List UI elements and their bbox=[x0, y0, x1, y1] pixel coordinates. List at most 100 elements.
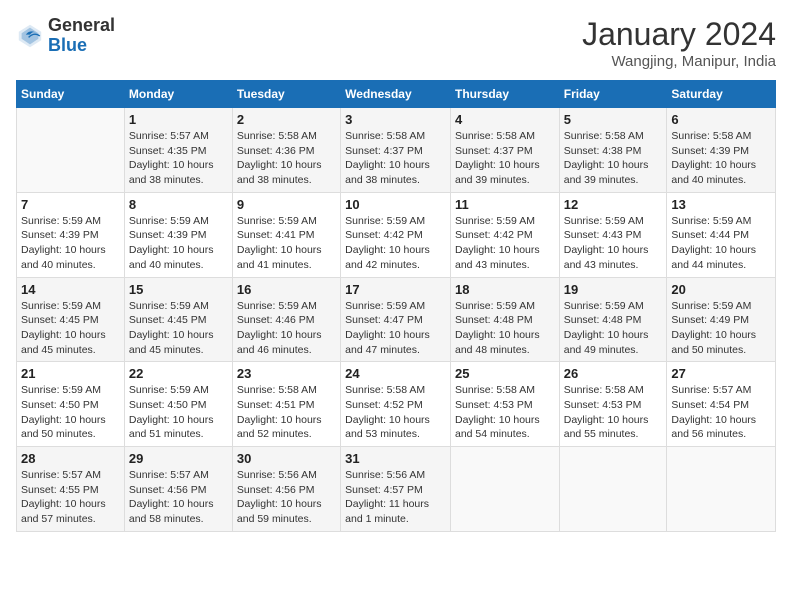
calendar-cell: 15Sunrise: 5:59 AMSunset: 4:45 PMDayligh… bbox=[124, 277, 232, 362]
day-info: Sunrise: 5:58 AMSunset: 4:37 PMDaylight:… bbox=[455, 129, 555, 188]
day-info: Sunrise: 5:58 AMSunset: 4:38 PMDaylight:… bbox=[564, 129, 663, 188]
calendar-cell: 4 Sunrise: 5:58 AMSunset: 4:37 PMDaylight… bbox=[450, 108, 559, 193]
calendar-cell: 9 Sunrise: 5:59 AMSunset: 4:41 PMDaylight… bbox=[232, 192, 340, 277]
day-info: Sunrise: 5:57 AMSunset: 4:56 PMDaylight:… bbox=[129, 468, 228, 527]
calendar-cell: 17 Sunrise: 5:59 AMSunset: 4:47 PMDayligh… bbox=[341, 277, 451, 362]
calendar-cell: 5 Sunrise: 5:58 AMSunset: 4:38 PMDaylight… bbox=[559, 108, 667, 193]
day-number: 20 bbox=[671, 282, 771, 297]
title-block: January 2024 Wangjing, Manipur, India bbox=[582, 16, 776, 70]
day-number: 4 bbox=[455, 112, 555, 127]
calendar-week-row: 28 Sunrise: 5:57 AMSunset: 4:55 PMDayligh… bbox=[17, 447, 776, 532]
calendar-cell: 3 Sunrise: 5:58 AMSunset: 4:37 PMDaylight… bbox=[341, 108, 451, 193]
calendar-cell bbox=[450, 447, 559, 532]
day-number: 6 bbox=[671, 112, 771, 127]
calendar-cell: 11 Sunrise: 5:59 AMSunset: 4:42 PMDayligh… bbox=[450, 192, 559, 277]
calendar-cell bbox=[667, 447, 776, 532]
calendar-week-row: 21 Sunrise: 5:59 AMSunset: 4:50 PMDayligh… bbox=[17, 362, 776, 447]
day-info: Sunrise: 5:56 AMSunset: 4:57 PMDaylight:… bbox=[345, 468, 446, 527]
day-number: 7 bbox=[21, 197, 120, 212]
calendar-cell: 20 Sunrise: 5:59 AMSunset: 4:49 PMDayligh… bbox=[667, 277, 776, 362]
day-info: Sunrise: 5:59 AMSunset: 4:47 PMDaylight:… bbox=[345, 299, 446, 358]
calendar-cell: 22Sunrise: 5:59 AMSunset: 4:50 PMDayligh… bbox=[124, 362, 232, 447]
day-number: 17 bbox=[345, 282, 446, 297]
calendar-cell: 23Sunrise: 5:58 AMSunset: 4:51 PMDayligh… bbox=[232, 362, 340, 447]
calendar-cell: 21 Sunrise: 5:59 AMSunset: 4:50 PMDayligh… bbox=[17, 362, 125, 447]
day-number: 31 bbox=[345, 451, 446, 466]
day-number: 21 bbox=[21, 366, 120, 381]
weekday-header-saturday: Saturday bbox=[667, 81, 776, 108]
day-info: Sunrise: 5:59 AMSunset: 4:48 PMDaylight:… bbox=[564, 299, 663, 358]
day-number: 11 bbox=[455, 197, 555, 212]
calendar-cell: 10Sunrise: 5:59 AMSunset: 4:42 PMDayligh… bbox=[341, 192, 451, 277]
day-info: Sunrise: 5:56 AMSunset: 4:56 PMDaylight:… bbox=[237, 468, 336, 527]
calendar-cell: 28 Sunrise: 5:57 AMSunset: 4:55 PMDayligh… bbox=[17, 447, 125, 532]
day-number: 28 bbox=[21, 451, 120, 466]
day-number: 10 bbox=[345, 197, 446, 212]
weekday-header-sunday: Sunday bbox=[17, 81, 125, 108]
logo: General Blue bbox=[16, 16, 115, 56]
day-number: 12 bbox=[564, 197, 663, 212]
day-info: Sunrise: 5:59 AMSunset: 4:50 PMDaylight:… bbox=[21, 383, 120, 442]
day-info: Sunrise: 5:57 AMSunset: 4:54 PMDaylight:… bbox=[671, 383, 771, 442]
day-number: 8 bbox=[129, 197, 228, 212]
calendar-cell: 6 Sunrise: 5:58 AMSunset: 4:39 PMDaylight… bbox=[667, 108, 776, 193]
calendar-cell: 2Sunrise: 5:58 AMSunset: 4:36 PMDaylight… bbox=[232, 108, 340, 193]
day-info: Sunrise: 5:59 AMSunset: 4:42 PMDaylight:… bbox=[455, 214, 555, 273]
day-number: 14 bbox=[21, 282, 120, 297]
logo-text: General Blue bbox=[48, 16, 115, 56]
calendar-cell: 19 Sunrise: 5:59 AMSunset: 4:48 PMDayligh… bbox=[559, 277, 667, 362]
calendar-cell: 1Sunrise: 5:57 AMSunset: 4:35 PMDaylight… bbox=[124, 108, 232, 193]
day-number: 19 bbox=[564, 282, 663, 297]
day-number: 15 bbox=[129, 282, 228, 297]
calendar-cell: 30 Sunrise: 5:56 AMSunset: 4:56 PMDayligh… bbox=[232, 447, 340, 532]
day-number: 26 bbox=[564, 366, 663, 381]
calendar-cell: 24Sunrise: 5:58 AMSunset: 4:52 PMDayligh… bbox=[341, 362, 451, 447]
month-title: January 2024 bbox=[582, 16, 776, 53]
location-subtitle: Wangjing, Manipur, India bbox=[582, 53, 776, 70]
calendar-week-row: 7 Sunrise: 5:59 AMSunset: 4:39 PMDaylight… bbox=[17, 192, 776, 277]
day-info: Sunrise: 5:59 AMSunset: 4:43 PMDaylight:… bbox=[564, 214, 663, 273]
day-number: 30 bbox=[237, 451, 336, 466]
day-info: Sunrise: 5:59 AMSunset: 4:49 PMDaylight:… bbox=[671, 299, 771, 358]
logo-icon bbox=[16, 22, 44, 50]
day-info: Sunrise: 5:59 AMSunset: 4:44 PMDaylight:… bbox=[671, 214, 771, 273]
day-number: 25 bbox=[455, 366, 555, 381]
calendar-week-row: 14 Sunrise: 5:59 AMSunset: 4:45 PMDayligh… bbox=[17, 277, 776, 362]
calendar-cell: 14 Sunrise: 5:59 AMSunset: 4:45 PMDayligh… bbox=[17, 277, 125, 362]
day-number: 5 bbox=[564, 112, 663, 127]
weekday-header-wednesday: Wednesday bbox=[341, 81, 451, 108]
day-info: Sunrise: 5:58 AMSunset: 4:53 PMDaylight:… bbox=[564, 383, 663, 442]
day-info: Sunrise: 5:59 AMSunset: 4:41 PMDaylight:… bbox=[237, 214, 336, 273]
calendar-cell: 12 Sunrise: 5:59 AMSunset: 4:43 PMDayligh… bbox=[559, 192, 667, 277]
calendar-table: SundayMondayTuesdayWednesdayThursdayFrid… bbox=[16, 80, 776, 532]
day-number: 16 bbox=[237, 282, 336, 297]
calendar-cell: 7Sunrise: 5:59 AMSunset: 4:39 PMDaylight… bbox=[17, 192, 125, 277]
day-info: Sunrise: 5:58 AMSunset: 4:37 PMDaylight:… bbox=[345, 129, 446, 188]
day-info: Sunrise: 5:58 AMSunset: 4:53 PMDaylight:… bbox=[455, 383, 555, 442]
day-info: Sunrise: 5:58 AMSunset: 4:36 PMDaylight:… bbox=[237, 129, 336, 188]
day-number: 3 bbox=[345, 112, 446, 127]
day-number: 1 bbox=[129, 112, 228, 127]
calendar-cell: 16Sunrise: 5:59 AMSunset: 4:46 PMDayligh… bbox=[232, 277, 340, 362]
day-info: Sunrise: 5:59 AMSunset: 4:45 PMDaylight:… bbox=[21, 299, 120, 358]
day-info: Sunrise: 5:57 AMSunset: 4:55 PMDaylight:… bbox=[21, 468, 120, 527]
weekday-header-friday: Friday bbox=[559, 81, 667, 108]
weekday-header-monday: Monday bbox=[124, 81, 232, 108]
day-info: Sunrise: 5:58 AMSunset: 4:51 PMDaylight:… bbox=[237, 383, 336, 442]
weekday-header-thursday: Thursday bbox=[450, 81, 559, 108]
day-info: Sunrise: 5:58 AMSunset: 4:52 PMDaylight:… bbox=[345, 383, 446, 442]
calendar-cell: 13Sunrise: 5:59 AMSunset: 4:44 PMDayligh… bbox=[667, 192, 776, 277]
calendar-week-row: 1Sunrise: 5:57 AMSunset: 4:35 PMDaylight… bbox=[17, 108, 776, 193]
day-info: Sunrise: 5:59 AMSunset: 4:39 PMDaylight:… bbox=[129, 214, 228, 273]
day-number: 18 bbox=[455, 282, 555, 297]
day-number: 22 bbox=[129, 366, 228, 381]
day-number: 9 bbox=[237, 197, 336, 212]
day-number: 27 bbox=[671, 366, 771, 381]
weekday-header-row: SundayMondayTuesdayWednesdayThursdayFrid… bbox=[17, 81, 776, 108]
calendar-cell bbox=[17, 108, 125, 193]
weekday-header-tuesday: Tuesday bbox=[232, 81, 340, 108]
calendar-cell: 31 Sunrise: 5:56 AMSunset: 4:57 PMDayligh… bbox=[341, 447, 451, 532]
day-info: Sunrise: 5:58 AMSunset: 4:39 PMDaylight:… bbox=[671, 129, 771, 188]
page-header: General Blue January 2024 Wangjing, Mani… bbox=[16, 16, 776, 70]
calendar-cell bbox=[559, 447, 667, 532]
